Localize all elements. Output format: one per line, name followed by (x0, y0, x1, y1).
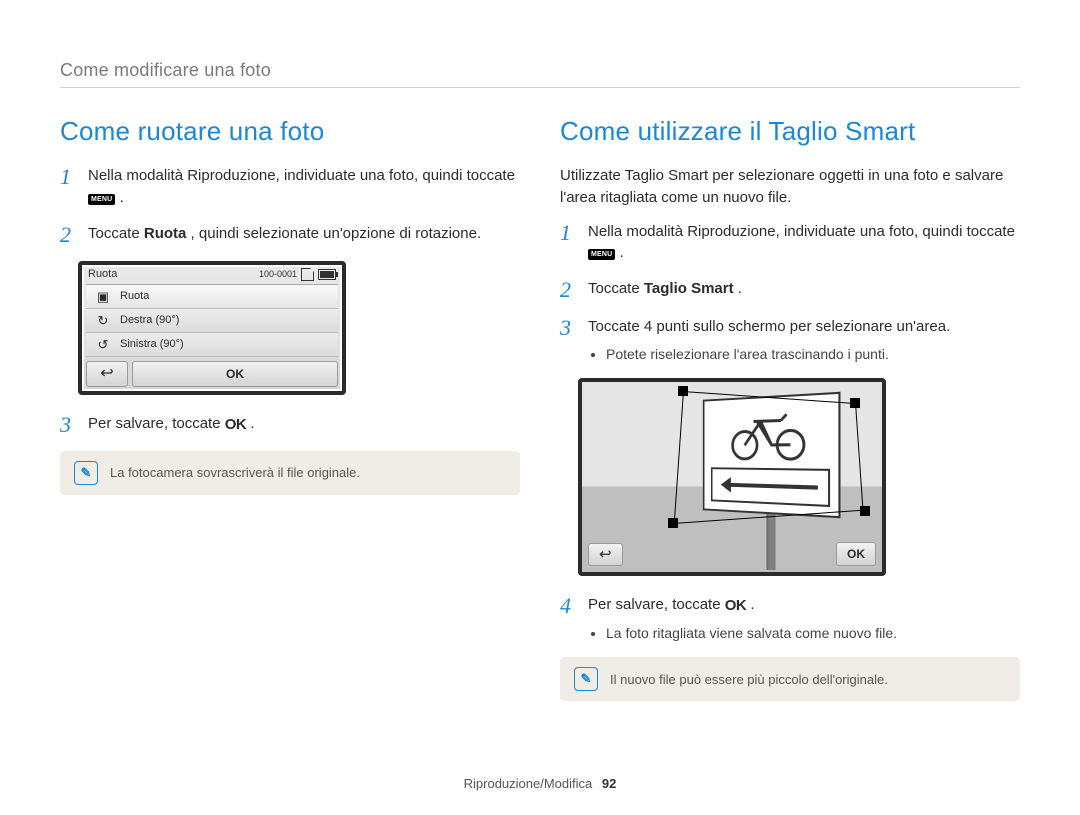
smart-crop-illustration: ↩ OK (578, 378, 886, 576)
text: Taglio Smart (644, 280, 734, 297)
left-step2: Toccate Ruota , quindi selezionate un'op… (88, 223, 520, 247)
right-step2: Toccate Taglio Smart . (588, 278, 1020, 302)
sub-bullet: La foto ritagliata viene salvata come nu… (606, 623, 1020, 643)
step-number: 3 (560, 316, 576, 364)
left-step1: Nella modalità Riproduzione, individuate… (88, 165, 520, 209)
text: . (120, 189, 124, 206)
text: Per salvare, toccate (588, 596, 725, 613)
breadcrumb: Come modificare una foto (60, 60, 1020, 81)
note-icon (74, 461, 98, 485)
text: Toccate 4 punti sullo schermo per selezi… (588, 318, 950, 335)
footer-section: Riproduzione/Modifica (464, 776, 593, 791)
device-back-button[interactable]: ↩ (86, 361, 128, 387)
text: . (250, 415, 254, 432)
right-step1: Nella modalità Riproduzione, individuate… (588, 221, 1020, 265)
note-box: La fotocamera sovrascriverà il file orig… (60, 451, 520, 495)
note-icon (574, 667, 598, 691)
step-number: 3 (60, 413, 76, 437)
text: Per salvare, toccate (88, 415, 225, 432)
device-ok-button[interactable]: OK (132, 361, 338, 387)
note-text: Il nuovo file può essere più piccolo del… (610, 672, 888, 687)
right-step4: Per salvare, toccate OK . La foto ritagl… (588, 594, 1020, 643)
battery-icon (318, 269, 336, 280)
crop-back-button[interactable]: ↩ (588, 543, 623, 566)
page-number: 92 (602, 776, 616, 791)
sub-bullet: Potete riselezionare l'area trascinando … (606, 344, 1020, 364)
memory-card-icon (301, 268, 314, 281)
camera-ui: Ruota 100-0001 ▣ Ruota ↻ Destra (90°) (78, 261, 346, 395)
bicycle-sign (703, 392, 841, 519)
crop-ok-button[interactable]: OK (836, 542, 876, 566)
crop-edge (855, 403, 864, 511)
left-step3: Per salvare, toccate OK . (88, 413, 520, 437)
text: . (750, 596, 754, 613)
divider (60, 87, 1020, 88)
crop-edge (674, 391, 684, 523)
ok-icon: OK (225, 414, 247, 436)
signpost-pole (766, 510, 775, 570)
step-number: 2 (560, 278, 576, 302)
right-title: Come utilizzare il Taglio Smart (560, 116, 1020, 147)
text: . (620, 244, 624, 261)
text: Nella modalità Riproduzione, individuate… (588, 223, 1015, 240)
right-lead: Utilizzate Taglio Smart per selezionare … (560, 165, 1020, 209)
page-footer: Riproduzione/Modifica 92 (0, 776, 1080, 791)
step-number: 1 (60, 165, 76, 209)
step-number: 1 (560, 221, 576, 265)
rotate-off-icon: ▣ (94, 290, 112, 303)
text: Ruota (144, 225, 187, 242)
text: Nella modalità Riproduzione, individuate… (88, 167, 515, 184)
menu-icon: MENU (88, 194, 115, 205)
step-number: 2 (60, 223, 76, 247)
option-label: Ruota (120, 290, 149, 302)
menu-icon: MENU (588, 249, 615, 260)
option-label: Sinistra (90°) (120, 338, 184, 350)
left-column: Come ruotare una foto 1 Nella modalità R… (60, 112, 520, 701)
option-label: Destra (90°) (120, 314, 179, 326)
right-step3: Toccate 4 punti sullo schermo per selezi… (588, 316, 1020, 364)
ok-icon: OK (725, 595, 747, 617)
bicycle-icon (711, 403, 830, 465)
rotate-option-right[interactable]: ↻ Destra (90°) (86, 309, 338, 333)
left-arrow-icon (711, 468, 830, 508)
note-text: La fotocamera sovrascriverà il file orig… (110, 465, 360, 480)
left-title: Come ruotare una foto (60, 116, 520, 147)
text: . (738, 280, 742, 297)
rotate-right-icon: ↻ (94, 314, 112, 327)
rotate-option-left[interactable]: ↺ Sinistra (90°) (86, 333, 338, 357)
device-title: Ruota (88, 268, 117, 280)
rotate-option-none[interactable]: ▣ Ruota (86, 285, 338, 309)
right-column: Come utilizzare il Taglio Smart Utilizza… (560, 112, 1020, 701)
step-number: 4 (560, 594, 576, 643)
text: , quindi selezionate un'opzione di rotaz… (191, 225, 482, 242)
text: Toccate (88, 225, 144, 242)
file-counter: 100-0001 (259, 269, 297, 279)
rotate-left-icon: ↺ (94, 338, 112, 351)
text: Toccate (588, 280, 644, 297)
note-box: Il nuovo file può essere più piccolo del… (560, 657, 1020, 701)
